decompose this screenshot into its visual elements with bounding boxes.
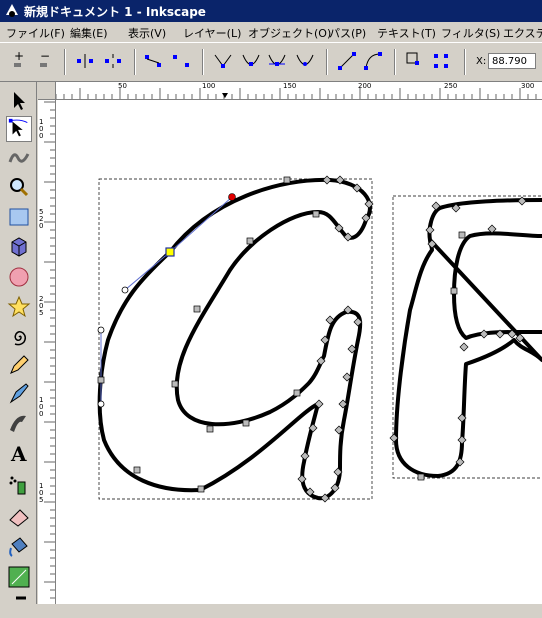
svg-text:A: A bbox=[10, 442, 27, 466]
node-cusp-icon[interactable] bbox=[212, 50, 234, 72]
delete-segment-icon[interactable] bbox=[170, 50, 192, 72]
calligraphy-tool-icon[interactable] bbox=[6, 410, 32, 436]
cursor-position-marker bbox=[222, 93, 228, 98]
menu-bar: ファイル(F) 編集(E) 表示(V) レイヤー(L) オブジェクト(O) パス… bbox=[0, 22, 542, 43]
selector-tool-icon[interactable] bbox=[6, 88, 32, 114]
join-segment-icon[interactable] bbox=[142, 50, 164, 72]
menu-view[interactable]: 表示(V) bbox=[128, 25, 166, 41]
hruler-label: 200 bbox=[358, 82, 372, 90]
toolbar-separator bbox=[464, 49, 466, 75]
g-path-nodes bbox=[97, 176, 320, 493]
rectangle-tool-icon[interactable] bbox=[6, 204, 32, 230]
svg-text:+: + bbox=[14, 50, 24, 63]
text-tool-icon[interactable]: A bbox=[6, 440, 32, 466]
vruler-label: 0 bbox=[39, 222, 44, 230]
toolbar-separator bbox=[64, 49, 66, 75]
3d-box-tool-icon[interactable] bbox=[6, 234, 32, 260]
paint-bucket-tool-icon[interactable] bbox=[6, 534, 32, 560]
window-title: 新規ドキュメント 1 - Inkscape bbox=[24, 5, 206, 19]
horizontal-ruler: 50 100 150 200 250 300 bbox=[38, 82, 542, 100]
svg-text:−: − bbox=[40, 50, 50, 63]
menu-layer[interactable]: レイヤー(L) bbox=[183, 25, 241, 41]
vruler-label: 0 bbox=[39, 132, 44, 140]
join-nodes-icon[interactable] bbox=[74, 50, 96, 72]
menu-filters[interactable]: フィルタ(S) bbox=[441, 25, 500, 41]
zoom-tool-icon[interactable] bbox=[6, 174, 32, 200]
stroke-to-path-icon[interactable] bbox=[430, 50, 452, 72]
inkscape-app-icon bbox=[6, 4, 18, 17]
toolbar-separator bbox=[202, 49, 204, 75]
pen-tool-icon[interactable] bbox=[6, 380, 32, 406]
vruler-label: 0 bbox=[39, 410, 44, 418]
segment-curve-icon[interactable] bbox=[362, 50, 384, 72]
star-tool-icon[interactable] bbox=[6, 294, 32, 320]
node-tool-controls-bar: + − X: bbox=[0, 43, 542, 82]
title-bar: 新規ドキュメント 1 - Inkscape bbox=[0, 0, 542, 22]
x-coordinate-input[interactable] bbox=[488, 53, 536, 69]
spray-tool-icon[interactable] bbox=[6, 472, 32, 498]
toolbar-separator bbox=[326, 49, 328, 75]
vertical-ruler: 1 0 0 5 2 0 2 0 5 1 0 0 1 0 5 bbox=[38, 82, 56, 604]
menu-path[interactable]: パス(P) bbox=[329, 25, 366, 41]
object-to-path-icon[interactable] bbox=[404, 50, 426, 72]
delete-node-icon[interactable]: − bbox=[34, 50, 56, 72]
drawing-canvas[interactable] bbox=[56, 100, 542, 604]
spiral-tool-icon[interactable] bbox=[6, 324, 32, 350]
drawing-area[interactable] bbox=[56, 100, 542, 604]
vertical-ruler-ticks bbox=[44, 101, 55, 599]
dropper-tool-icon[interactable] bbox=[6, 592, 32, 618]
x-coordinate-label: X: bbox=[476, 56, 487, 67]
toolbar-separator bbox=[134, 49, 136, 75]
segment-line-icon[interactable] bbox=[336, 50, 358, 72]
end-node-marker[interactable] bbox=[228, 193, 236, 201]
vruler-label: 5 bbox=[39, 496, 44, 504]
break-path-icon[interactable] bbox=[102, 50, 124, 72]
menu-text[interactable]: テキスト(T) bbox=[377, 25, 436, 41]
eraser-tool-icon[interactable] bbox=[6, 504, 32, 530]
hruler-label: 300 bbox=[521, 82, 535, 90]
hruler-label: 100 bbox=[202, 82, 216, 90]
vruler-label: 5 bbox=[39, 309, 44, 317]
node-auto-smooth-icon[interactable] bbox=[294, 50, 316, 72]
node-symmetric-icon[interactable] bbox=[266, 50, 288, 72]
menu-object[interactable]: オブジェクト(O) bbox=[248, 25, 331, 41]
hruler-label: 150 bbox=[283, 82, 297, 90]
menu-edit[interactable]: 編集(E) bbox=[70, 25, 108, 41]
selected-node[interactable] bbox=[165, 247, 175, 257]
tweak-tool-icon[interactable] bbox=[6, 144, 32, 170]
menu-file[interactable]: ファイル(F) bbox=[6, 25, 65, 41]
node-smooth-icon[interactable] bbox=[240, 50, 262, 72]
node-tool-icon[interactable] bbox=[6, 116, 32, 142]
gradient-tool-icon[interactable] bbox=[6, 564, 32, 590]
hruler-label: 50 bbox=[118, 82, 127, 90]
letter-g-path[interactable] bbox=[97, 177, 372, 501]
ellipse-tool-icon[interactable] bbox=[6, 264, 32, 290]
toolbox: A bbox=[0, 82, 37, 604]
menu-extensions[interactable]: エクステン bbox=[503, 25, 542, 41]
insert-node-icon[interactable]: + bbox=[8, 50, 30, 72]
ruler-corner bbox=[38, 82, 56, 100]
g-bounding-box bbox=[98, 178, 373, 500]
pencil-tool-icon[interactable] bbox=[6, 352, 32, 378]
toolbar-separator bbox=[394, 49, 396, 75]
hruler-label: 250 bbox=[444, 82, 458, 90]
